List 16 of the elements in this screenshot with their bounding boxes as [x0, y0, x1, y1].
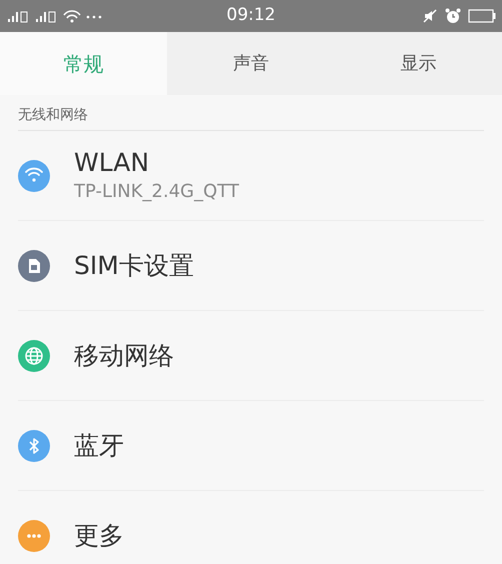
clock: 09:12 [226, 4, 276, 28]
settings-row[interactable]: SIM卡设置 [18, 221, 484, 311]
settings-row[interactable]: 移动网络 [18, 311, 484, 401]
battery-icon [468, 9, 496, 23]
row-title: 更多 [74, 520, 124, 552]
section-title: 无线和网络 [18, 105, 484, 131]
muted-icon [422, 8, 438, 24]
alarm-clock-icon [444, 7, 462, 25]
settings-row[interactable]: 更多 [18, 491, 484, 564]
settings-row[interactable]: 蓝牙 [18, 401, 484, 491]
row-title: SIM卡设置 [74, 250, 194, 282]
row-title: 蓝牙 [74, 430, 124, 462]
row-title: WLAN [74, 146, 150, 178]
row-title: 移动网络 [74, 340, 174, 372]
settings-row[interactable]: WLAN TP-LINK_2.4G_QTT [18, 131, 484, 221]
row-subtitle: TP-LINK_2.4G_QTT [74, 180, 239, 204]
